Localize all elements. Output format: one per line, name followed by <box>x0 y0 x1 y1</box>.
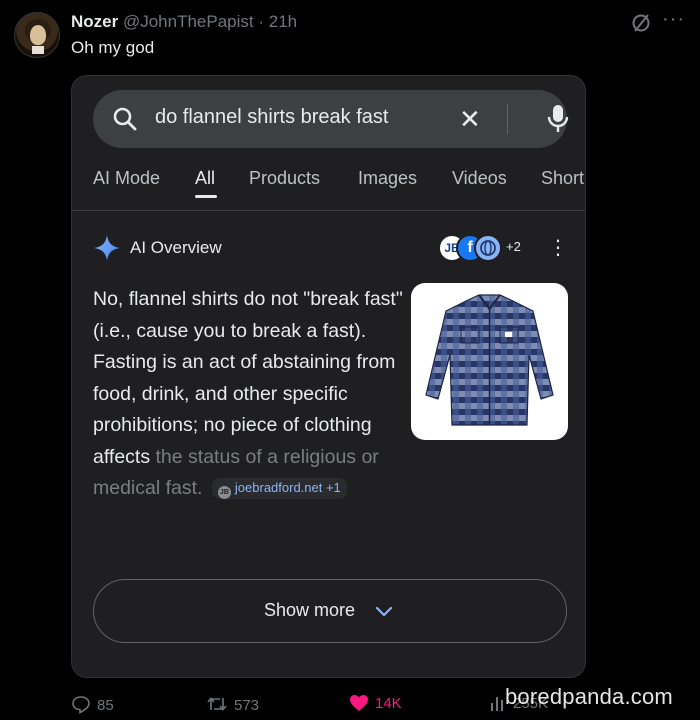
grok-icon[interactable] <box>630 12 652 34</box>
ai-overview-answer: No, flannel shirts do not "break fast" (… <box>93 284 423 505</box>
boredpanda-watermark: boredpanda.com <box>505 684 673 709</box>
tweet-header: Nozer @JohnThePapist · 21h <box>71 11 297 33</box>
author-name[interactable]: Nozer <box>71 12 118 31</box>
citation-text: joebradford.net +1 <box>234 480 341 496</box>
tabs-divider <box>72 210 585 211</box>
tweet-text: Oh my god <box>71 38 155 57</box>
tab-products[interactable]: Products <box>249 168 320 189</box>
active-tab-indicator <box>195 195 217 198</box>
tab-images[interactable]: Images <box>358 168 417 189</box>
like-count: 14K <box>375 695 402 712</box>
heart-icon <box>350 695 368 711</box>
flannel-shirt-picture <box>425 294 554 426</box>
search-divider <box>507 104 508 134</box>
show-more-label: Show more <box>264 600 356 620</box>
search-icon <box>113 107 137 131</box>
kebab-menu-icon[interactable]: ⋮ <box>548 234 568 262</box>
embedded-screenshot[interactable]: do flannel shirts break fast ✕ AI Mode A… <box>71 75 586 678</box>
tab-ai-mode[interactable]: AI Mode <box>93 168 160 189</box>
source-count[interactable]: +2 <box>506 239 521 254</box>
more-options-icon[interactable]: ··· <box>662 8 685 31</box>
microphone-icon[interactable] <box>547 104 569 134</box>
flannel-shirt-image[interactable] <box>411 283 568 440</box>
ai-overview-label: AI Overview <box>130 238 222 257</box>
search-bar[interactable]: do flannel shirts break fast ✕ <box>93 90 569 148</box>
author-handle[interactable]: @JohnThePapist <box>123 12 254 31</box>
tweet-timestamp[interactable]: · 21h <box>258 12 297 31</box>
repost-button[interactable]: 573 <box>206 694 259 718</box>
answer-text: No, flannel shirts do not "break fast" (… <box>93 288 403 468</box>
like-button[interactable]: 14K <box>349 694 402 718</box>
search-query[interactable]: do flannel shirts break fast <box>155 106 388 129</box>
reply-count: 85 <box>97 697 114 714</box>
show-more-button[interactable]: Show more <box>93 579 567 643</box>
sparkle-icon <box>94 235 120 261</box>
tab-short[interactable]: Short <box>541 168 584 189</box>
reply-icon <box>72 696 90 714</box>
clear-icon[interactable]: ✕ <box>459 105 481 133</box>
tab-videos[interactable]: Videos <box>452 168 507 189</box>
reply-button[interactable]: 85 <box>71 694 114 718</box>
chevron-down-icon <box>375 606 393 617</box>
repost-count: 573 <box>234 697 260 714</box>
author-avatar[interactable] <box>14 12 60 58</box>
repost-icon <box>207 697 227 711</box>
tab-all[interactable]: All <box>195 168 215 189</box>
source-badge-globe-icon[interactable] <box>474 234 502 262</box>
